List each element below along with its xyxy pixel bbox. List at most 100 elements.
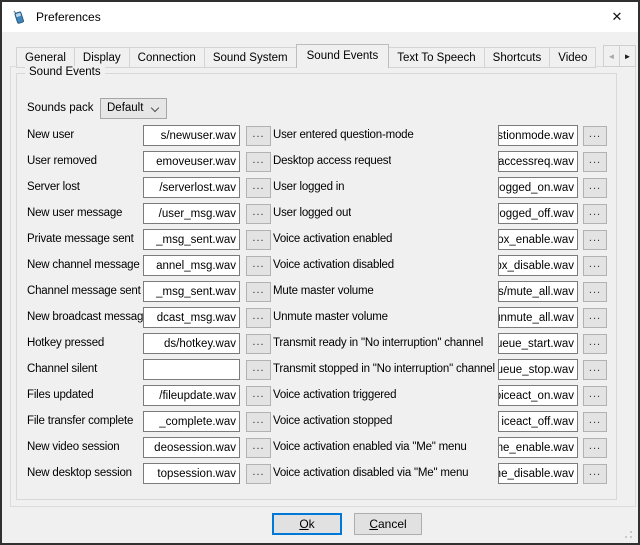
browse-button[interactable]: ... <box>583 230 607 250</box>
sound-file-value: oiceact_on.wav <box>498 390 574 402</box>
browse-button[interactable]: ... <box>583 464 607 484</box>
tab-display[interactable]: Display <box>74 47 130 68</box>
sound-file-value: annel_msg.wav <box>156 260 236 272</box>
browse-button[interactable]: ... <box>246 282 271 302</box>
browse-button[interactable]: ... <box>246 126 271 146</box>
chevron-down-icon <box>151 104 159 112</box>
browse-button[interactable]: ... <box>246 360 271 380</box>
tab-sound-system[interactable]: Sound System <box>204 47 297 68</box>
browse-button[interactable]: ... <box>246 386 271 406</box>
sound-event-row: User logged in logged_on.wav ... <box>273 177 609 203</box>
sound-file-input[interactable] <box>143 359 240 380</box>
browse-button[interactable]: ... <box>583 308 607 328</box>
sound-file-input[interactable]: _msg_sent.wav <box>143 281 240 302</box>
sound-event-row: Server lost /serverlost.wav ... <box>27 177 273 203</box>
sound-file-value: unmute_all.wav <box>498 312 574 324</box>
sound-event-row: File transfer complete _complete.wav ... <box>27 411 273 437</box>
browse-button[interactable]: ... <box>583 178 607 198</box>
tab-connection[interactable]: Connection <box>129 47 205 68</box>
cancel-button[interactable]: Cancel <box>354 513 422 535</box>
teamtalk-icon <box>11 9 27 25</box>
sound-file-input[interactable]: _complete.wav <box>143 411 240 432</box>
sound-file-input[interactable]: s/mute_all.wav <box>498 281 578 302</box>
sound-file-input[interactable]: ueue_stop.wav <box>498 359 578 380</box>
sound-file-input[interactable]: ox_disable.wav <box>498 255 578 276</box>
sound-file-input[interactable]: emoveuser.wav <box>143 151 240 172</box>
browse-button[interactable]: ... <box>246 412 271 432</box>
sound-event-row: New desktop session topsession.wav ... <box>27 463 273 489</box>
browse-button[interactable]: ... <box>246 308 271 328</box>
tab-shortcuts[interactable]: Shortcuts <box>484 47 551 68</box>
tab-text-to-speech[interactable]: Text To Speech <box>388 47 484 68</box>
sound-file-input[interactable]: stionmode.wav <box>498 125 578 146</box>
browse-button[interactable]: ... <box>583 282 607 302</box>
sound-file-input[interactable]: /user_msg.wav <box>143 203 240 224</box>
sound-file-input[interactable]: /serverlost.wav <box>143 177 240 198</box>
window-title: Preferences <box>36 10 101 24</box>
sound-file-input[interactable]: me_enable.wav <box>498 437 578 458</box>
sound-file-input[interactable]: _msg_sent.wav <box>143 229 240 250</box>
sound-file-value: /serverlost.wav <box>159 182 236 194</box>
browse-button[interactable]: ... <box>246 256 271 276</box>
sound-file-input[interactable]: me_disable.wav <box>498 463 578 484</box>
sound-event-row: Voice activation enabled via "Me" menu m… <box>273 437 609 463</box>
sound-file-input[interactable]: topsession.wav <box>143 463 240 484</box>
tab-general[interactable]: General <box>16 47 75 68</box>
browse-button[interactable]: ... <box>583 204 607 224</box>
sounds-pack-label: Sounds pack <box>27 102 94 114</box>
sound-event-row: New channel message annel_msg.wav ... <box>27 255 273 281</box>
tab-sound-events[interactable]: Sound Events <box>296 44 390 68</box>
browse-button[interactable]: ... <box>583 152 607 172</box>
sound-file-input[interactable]: unmute_all.wav <box>498 307 578 328</box>
browse-button[interactable]: ... <box>583 334 607 354</box>
sound-event-row: User entered question-mode stionmode.wav… <box>273 125 609 151</box>
resize-grip[interactable] <box>630 536 632 538</box>
sound-file-value: _msg_sent.wav <box>156 286 236 298</box>
browse-button[interactable]: ... <box>583 412 607 432</box>
browse-button[interactable]: ... <box>583 360 607 380</box>
sound-file-input[interactable]: accessreq.wav <box>498 151 578 172</box>
sound-events-left-column: New user s/newuser.wav ... User removed … <box>27 125 273 489</box>
sound-event-row: Private message sent _msg_sent.wav ... <box>27 229 273 255</box>
sound-file-input[interactable]: oiceact_on.wav <box>498 385 578 406</box>
browse-button[interactable]: ... <box>246 178 271 198</box>
tab-scroll-buttons: ◄ ► <box>603 45 635 67</box>
sound-event-row: Mute master volume s/mute_all.wav ... <box>273 281 609 307</box>
sound-file-input[interactable]: iceact_off.wav <box>498 411 578 432</box>
sound-file-input[interactable]: ueue_start.wav <box>498 333 578 354</box>
ok-button[interactable]: Ok <box>272 513 342 535</box>
sound-event-row: Transmit stopped in "No interruption" ch… <box>273 359 609 385</box>
browse-button[interactable]: ... <box>246 334 271 354</box>
sounds-pack-select[interactable]: Default <box>100 98 167 119</box>
sound-event-label: Hotkey pressed <box>27 337 104 349</box>
sound-file-input[interactable]: dcast_msg.wav <box>143 307 240 328</box>
sound-event-label: Voice activation disabled <box>273 259 394 271</box>
browse-button[interactable]: ... <box>583 256 607 276</box>
tab-video[interactable]: Video <box>549 47 596 68</box>
sound-file-input[interactable]: annel_msg.wav <box>143 255 240 276</box>
browse-button[interactable]: ... <box>246 230 271 250</box>
sound-file-input[interactable]: s/newuser.wav <box>143 125 240 146</box>
tab-scroll-right-button[interactable]: ► <box>619 45 636 67</box>
sound-file-input[interactable]: ogged_off.wav <box>498 203 578 224</box>
sound-file-input[interactable]: deosession.wav <box>143 437 240 458</box>
browse-button[interactable]: ... <box>246 438 271 458</box>
sound-event-row: Transmit ready in "No interruption" chan… <box>273 333 609 359</box>
tab-scroll-left-button[interactable]: ◄ <box>603 45 620 67</box>
sound-file-input[interactable]: ds/hotkey.wav <box>143 333 240 354</box>
browse-button[interactable]: ... <box>583 386 607 406</box>
browse-button[interactable]: ... <box>583 438 607 458</box>
sounds-pack-value: Default <box>107 102 143 114</box>
sound-file-value: ueue_start.wav <box>498 338 574 350</box>
browse-button[interactable]: ... <box>246 152 271 172</box>
sound-file-value: dcast_msg.wav <box>157 312 236 324</box>
sound-file-input[interactable]: /fileupdate.wav <box>143 385 240 406</box>
sound-event-row: Hotkey pressed ds/hotkey.wav ... <box>27 333 273 359</box>
browse-button[interactable]: ... <box>246 204 271 224</box>
sound-file-input[interactable]: ox_enable.wav <box>498 229 578 250</box>
sound-event-label: Private message sent <box>27 233 134 245</box>
close-button[interactable]: ✕ <box>596 2 638 32</box>
browse-button[interactable]: ... <box>583 126 607 146</box>
browse-button[interactable]: ... <box>246 464 271 484</box>
sound-file-input[interactable]: logged_on.wav <box>498 177 578 198</box>
